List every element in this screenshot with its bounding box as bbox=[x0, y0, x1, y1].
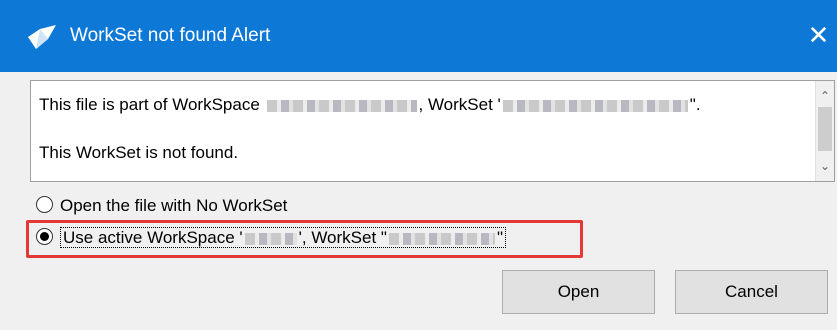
option-no-workset[interactable]: Open the file with No WorkSet bbox=[36, 196, 287, 218]
app-icon bbox=[28, 25, 56, 49]
close-icon: ✕ bbox=[807, 21, 830, 51]
message-scrollbar[interactable]: ⌃ ⌄ bbox=[815, 81, 834, 181]
option-no-workset-label: Open the file with No WorkSet bbox=[60, 196, 288, 215]
close-button[interactable]: ✕ bbox=[800, 18, 837, 54]
message-line-2: This WorkSet is not found. bbox=[39, 143, 239, 162]
radio-no-workset[interactable] bbox=[36, 196, 53, 214]
redacted-workspace bbox=[266, 99, 417, 112]
scroll-up-icon[interactable]: ⌃ bbox=[816, 87, 834, 105]
open-button[interactable]: Open bbox=[502, 270, 655, 314]
window-title: WorkSet not found Alert bbox=[70, 25, 271, 46]
cancel-button[interactable]: Cancel bbox=[675, 270, 828, 314]
scroll-thumb[interactable] bbox=[818, 107, 832, 151]
title-bar: WorkSet not found Alert ✕ bbox=[0, 0, 837, 72]
scroll-down-icon[interactable]: ⌄ bbox=[816, 157, 834, 175]
redacted-workset bbox=[502, 99, 688, 112]
highlight-box bbox=[26, 220, 583, 258]
message-line-1: This file is part of WorkSpace , WorkSet… bbox=[39, 95, 701, 114]
message-box[interactable]: This file is part of WorkSpace , WorkSet… bbox=[30, 80, 835, 182]
